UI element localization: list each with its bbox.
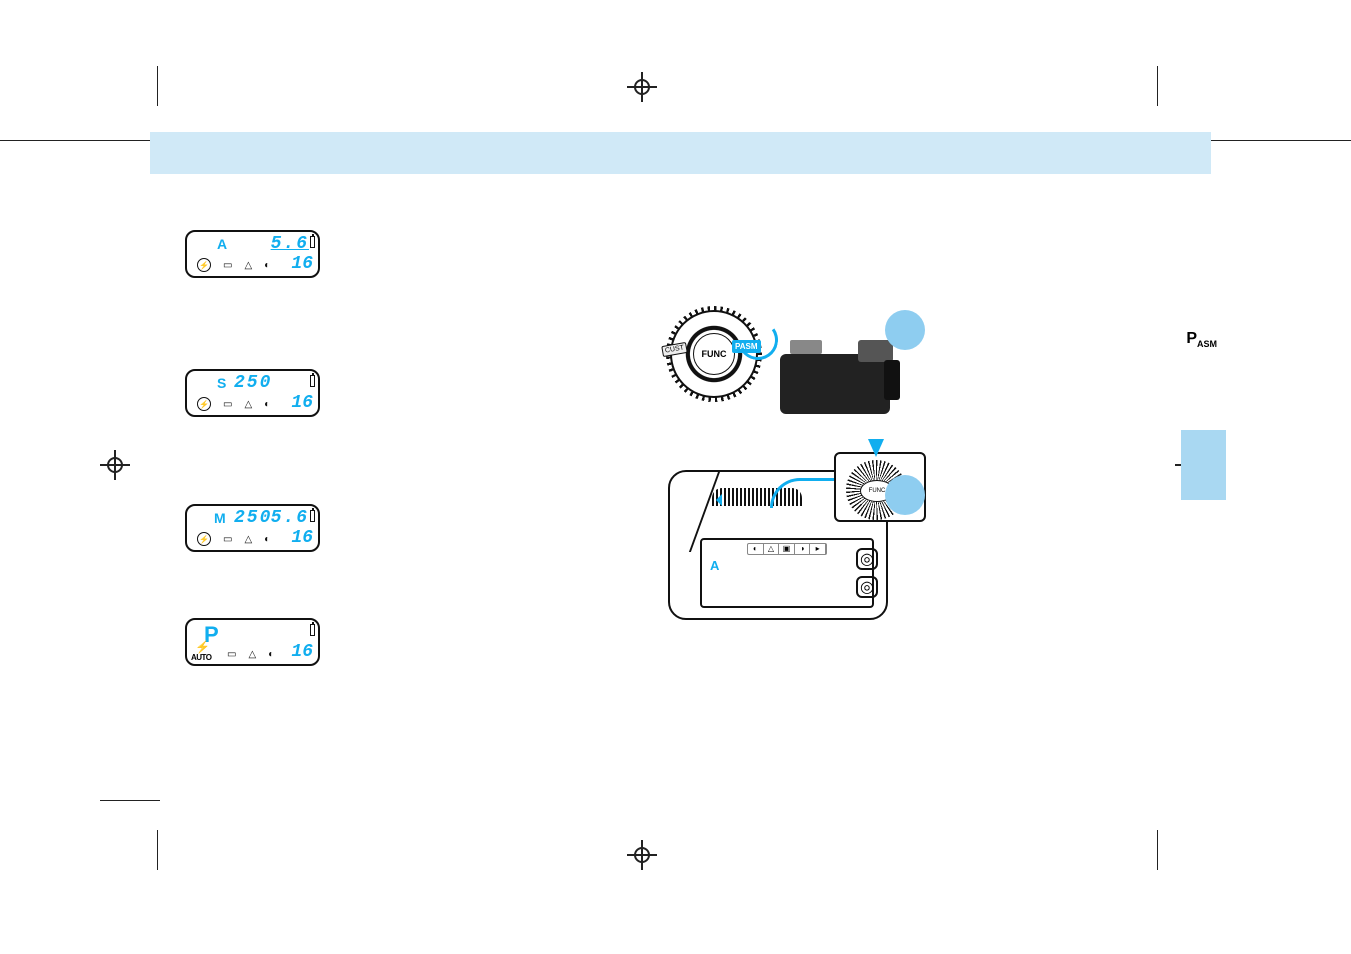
margin-mode-indicator: PASM (1186, 330, 1217, 349)
lcd-example-shutter: S 250 16 ⚡ ▭ △ ◐ (185, 369, 320, 417)
lcd-icon-row: ⚡ ▭ △ ◐ (197, 258, 270, 272)
dial-func-button: FUNC (693, 333, 735, 375)
lcd-shutter-value: 250 (234, 373, 272, 393)
top-lcd: ◐△▣◑▸ A (700, 538, 874, 608)
warning-icon: △ (244, 534, 252, 545)
registration-mark (100, 450, 130, 480)
flash-icon: ⚡ (195, 640, 210, 654)
step-circle-2 (885, 475, 925, 515)
margin-mode-p: P (1186, 330, 1197, 347)
camera-top-panel: ◐△▣◑▸ A ◎ ◎ (668, 470, 888, 620)
lcd-frame-count: 16 (291, 528, 313, 548)
thumb-index-tab (1181, 430, 1226, 500)
battery-icon (310, 624, 315, 636)
section-header-band (150, 132, 1211, 174)
margin-mode-sub: ASM (1197, 339, 1217, 349)
lcd-aperture-value: 5.6 (271, 508, 309, 528)
lcd-mode-letter: A (217, 236, 227, 252)
review-icon: ◐ (264, 534, 270, 545)
lcd-icon-row: ▭ △ ◐ (227, 649, 274, 660)
lcd-example-manual: M 250 5.6 16 ⚡ ▭ △ ◐ (185, 504, 320, 552)
lcd-mode-letter: S (217, 375, 226, 391)
registration-mark (627, 72, 657, 102)
crop-mark (157, 830, 158, 870)
crop-mark (157, 66, 158, 106)
warning-icon: △ (244, 260, 252, 271)
battery-icon (310, 510, 315, 522)
lcd-shutter-value: 250 (234, 508, 272, 528)
flash-auto-label: AUTO (191, 653, 212, 662)
page-root: PASM A 5.6 16 ⚡ ▭ △ ◐ S 250 16 ⚡ ▭ △ ◐ M… (0, 0, 1351, 954)
camera-button: ◎ (856, 576, 878, 598)
frame-icon: ▭ (223, 260, 232, 271)
flash-status-icon: ⚡ (197, 258, 211, 272)
arrowhead-icon (710, 494, 722, 506)
warning-icon: △ (248, 649, 256, 660)
figure-mode-dial: FUNC CUST PASM (670, 300, 920, 430)
frame-icon: ▭ (223, 534, 232, 545)
frame-icon: ▭ (227, 649, 236, 660)
lcd-mode-letter: M (214, 510, 226, 526)
crop-mark (1157, 66, 1158, 106)
step-circle-1 (885, 310, 925, 350)
lcd-aperture-value: 5.6 (271, 234, 309, 254)
trim-rule (100, 800, 160, 801)
lcd-frame-count: 16 (291, 393, 313, 413)
battery-icon (310, 236, 315, 248)
review-icon: ◐ (264, 399, 270, 410)
registration-mark (627, 840, 657, 870)
flash-status-icon: ⚡ (197, 397, 211, 411)
crop-mark (1157, 830, 1158, 870)
lcd-frame-count: 16 (291, 254, 313, 274)
lcd-mode-letter: A (710, 558, 719, 573)
lcd-icon-row: ⚡ ▭ △ ◐ (197, 397, 270, 411)
lcd-frame-count: 16 (291, 642, 313, 662)
frame-icon: ▭ (223, 399, 232, 410)
lcd-example-program: P 16 ⚡ AUTO ▭ △ ◐ (185, 618, 320, 666)
flash-status-icon: ⚡ (197, 532, 211, 546)
camera-button: ◎ (856, 548, 878, 570)
lcd-example-aperture: A 5.6 16 ⚡ ▭ △ ◐ (185, 230, 320, 278)
warning-icon: △ (244, 399, 252, 410)
camera-illustration (780, 340, 900, 420)
trim-rule (0, 140, 160, 141)
review-icon: ◐ (268, 649, 274, 660)
battery-icon (310, 375, 315, 387)
lcd-icon-row: ⚡ ▭ △ ◐ (197, 532, 270, 546)
review-icon: ◐ (264, 260, 270, 271)
lcd-icon-strip: ◐△▣◑▸ (747, 543, 827, 555)
